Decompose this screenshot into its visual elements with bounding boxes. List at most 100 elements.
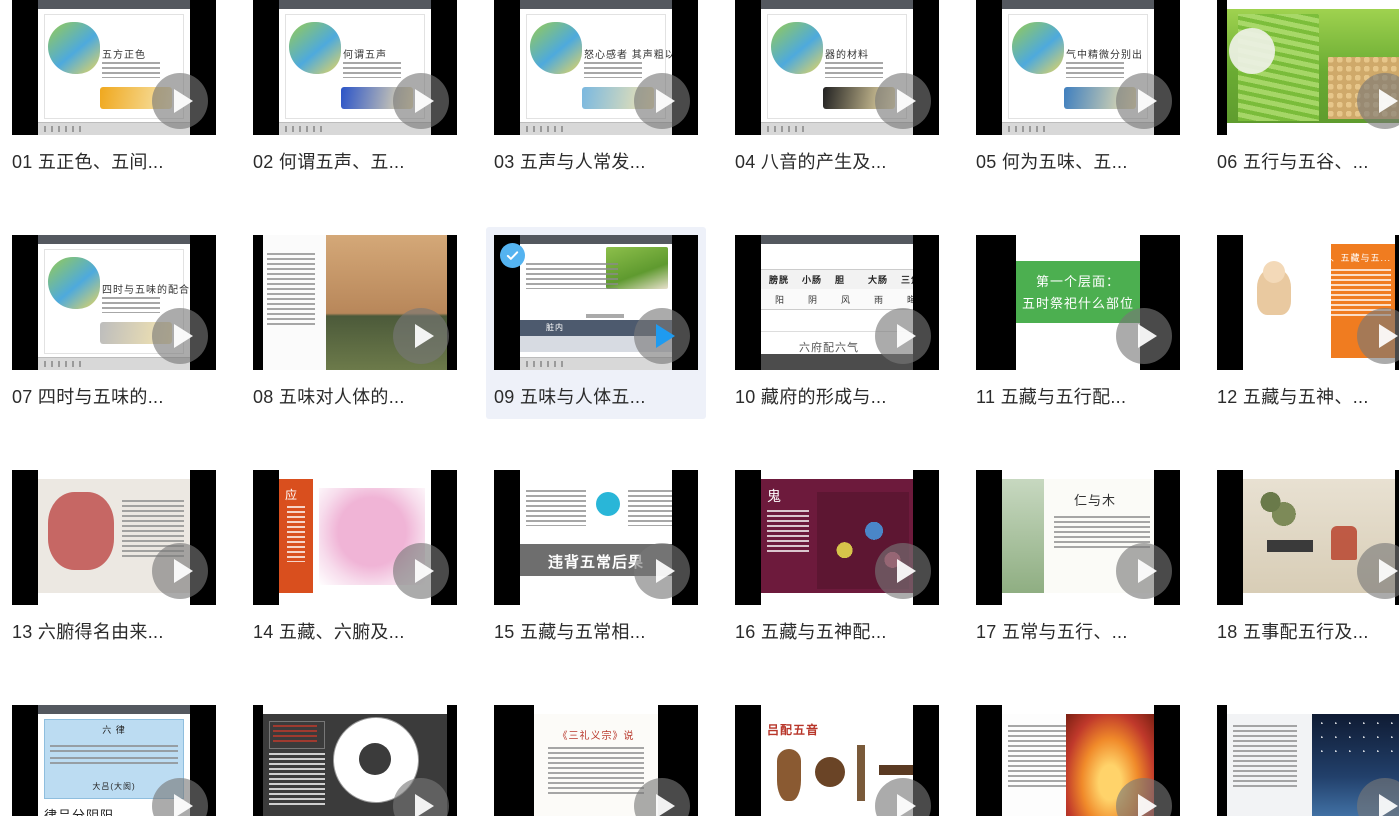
play-icon[interactable] bbox=[875, 543, 931, 599]
lesson-thumbnail[interactable] bbox=[976, 705, 1180, 816]
play-icon[interactable] bbox=[152, 543, 208, 599]
lesson-thumbnail[interactable]: 违背五常后果 bbox=[494, 470, 698, 605]
lesson-thumbnail[interactable]: 四时与五味的配合 bbox=[12, 235, 216, 370]
play-icon[interactable] bbox=[875, 73, 931, 129]
lesson-card[interactable]: 四时与五味的配合 07 四时与五味的... bbox=[4, 227, 224, 419]
play-triangle bbox=[173, 89, 193, 113]
lesson-card[interactable]: 第一个层面： 五时祭祀什么部位 11 五藏与五行配... bbox=[968, 227, 1188, 419]
lesson-thumbnail[interactable]: 怒心感者 其声粗以厉 bbox=[494, 0, 698, 135]
play-icon[interactable] bbox=[634, 308, 690, 364]
lesson-thumbnail[interactable]: 吕配五音 bbox=[735, 705, 939, 816]
lesson-thumbnail[interactable]: 《三礼义宗》说 bbox=[494, 705, 698, 816]
slide-art-blob bbox=[771, 22, 823, 74]
lesson-title[interactable]: 01 五正色、五间... bbox=[12, 148, 216, 174]
lesson-thumbnail[interactable]: 气中精微分别出 bbox=[976, 0, 1180, 135]
body-text bbox=[269, 753, 325, 807]
lesson-card[interactable]: 13 六腑得名由来... bbox=[4, 462, 224, 654]
lesson-card[interactable]: 吕配五音 bbox=[727, 697, 947, 816]
lesson-thumbnail[interactable]: 2、五藏与五... bbox=[1217, 235, 1399, 370]
lesson-card[interactable]: 五方正色 01 五正色、五间... bbox=[4, 0, 224, 184]
lesson-card[interactable]: 仁与木 17 五常与五行、... bbox=[968, 462, 1188, 654]
lesson-card[interactable] bbox=[1209, 697, 1399, 816]
play-icon[interactable] bbox=[393, 73, 449, 129]
lesson-card[interactable]: 鬼 16 五藏与五神配... bbox=[727, 462, 947, 654]
lesson-thumbnail[interactable]: 第一个层面： 五时祭祀什么部位 bbox=[976, 235, 1180, 370]
play-icon[interactable] bbox=[634, 543, 690, 599]
play-triangle bbox=[414, 89, 434, 113]
lesson-title[interactable]: 16 五藏与五神配... bbox=[735, 618, 939, 644]
slide-body-text bbox=[102, 297, 160, 313]
lesson-thumbnail[interactable]: 六 律大吕(大阂) 律吕分阴阳 bbox=[12, 705, 216, 816]
lesson-thumbnail[interactable]: 应 bbox=[253, 470, 457, 605]
ppt-toolbar-bar bbox=[761, 235, 913, 244]
play-icon[interactable] bbox=[634, 73, 690, 129]
lesson-card[interactable]: 器的材料 04 八音的产生及... bbox=[727, 0, 947, 184]
lesson-card[interactable]: 六 律大吕(大阂) 律吕分阴阳 bbox=[4, 697, 224, 816]
lesson-thumbnail[interactable] bbox=[12, 470, 216, 605]
lesson-thumbnail[interactable]: 膀胱 小肠 胆 大肠 三焦阳 阴 风 雨 晦六府配六气 bbox=[735, 235, 939, 370]
lesson-title[interactable]: 18 五事配五行及... bbox=[1217, 618, 1399, 644]
lesson-card[interactable]: 违背五常后果 15 五藏与五常相... bbox=[486, 462, 706, 654]
instruments-heading: 吕配五音 bbox=[767, 723, 820, 737]
instrument-flute bbox=[857, 745, 865, 801]
lesson-title[interactable]: 03 五声与人常发... bbox=[494, 148, 698, 174]
play-icon[interactable] bbox=[393, 308, 449, 364]
lesson-title[interactable]: 07 四时与五味的... bbox=[12, 383, 216, 409]
lesson-thumbnail[interactable] bbox=[253, 235, 457, 370]
lesson-card[interactable]: 06 五行与五谷、... bbox=[1209, 0, 1399, 184]
play-icon[interactable] bbox=[1116, 308, 1172, 364]
lesson-thumbnail-grid: 五方正色 01 五正色、五间... 何谓五声 02 何谓五声、五... 怒心感者 其声粗… bbox=[0, 0, 1399, 816]
lesson-card[interactable]: 何谓五声 02 何谓五声、五... bbox=[245, 0, 465, 184]
lesson-title[interactable]: 08 五味对人体的... bbox=[253, 383, 457, 409]
play-icon[interactable] bbox=[875, 308, 931, 364]
lesson-thumbnail[interactable] bbox=[1217, 470, 1399, 605]
lesson-card[interactable]: 08 五味对人体的... bbox=[245, 227, 465, 419]
text-col-left bbox=[526, 490, 586, 526]
lesson-card[interactable] bbox=[968, 697, 1188, 816]
play-icon[interactable] bbox=[393, 543, 449, 599]
ppt-toolbar-bar bbox=[520, 0, 672, 9]
lesson-card[interactable]: 18 五事配五行及... bbox=[1209, 462, 1399, 654]
lesson-card[interactable]: 《三礼义宗》说 bbox=[486, 697, 706, 816]
play-icon[interactable] bbox=[152, 308, 208, 364]
lesson-title[interactable]: 14 五藏、六腑及... bbox=[253, 618, 457, 644]
lesson-thumbnail[interactable]: 鬼 bbox=[735, 470, 939, 605]
lesson-thumbnail[interactable]: 五方正色 bbox=[12, 0, 216, 135]
lesson-title[interactable]: 13 六腑得名由来... bbox=[12, 618, 216, 644]
lesson-title[interactable]: 15 五藏与五常相... bbox=[494, 618, 698, 644]
lesson-title[interactable]: 06 五行与五谷、... bbox=[1217, 148, 1399, 174]
play-triangle bbox=[173, 559, 193, 583]
instrument-pipa bbox=[777, 749, 801, 801]
lesson-card[interactable]: 怒心感者 其声粗以厉 03 五声与人常发... bbox=[486, 0, 706, 184]
play-icon[interactable] bbox=[1116, 73, 1172, 129]
lesson-title[interactable]: 02 何谓五声、五... bbox=[253, 148, 457, 174]
lesson-card[interactable] bbox=[245, 697, 465, 816]
lesson-card[interactable]: 膀胱 小肠 胆 大肠 三焦阳 阴 风 雨 晦六府配六气 10 藏府的形成与... bbox=[727, 227, 947, 419]
slide-body-text bbox=[1066, 62, 1124, 78]
check-circle-icon[interactable] bbox=[500, 243, 525, 268]
lesson-title[interactable]: 09 五味与人体五... bbox=[494, 383, 698, 409]
slide-art-blob bbox=[289, 22, 341, 74]
lesson-title[interactable]: 17 五常与五行、... bbox=[976, 618, 1180, 644]
lesson-thumbnail[interactable]: 何谓五声 bbox=[253, 0, 457, 135]
lesson-thumbnail[interactable] bbox=[253, 705, 457, 816]
lesson-thumbnail[interactable]: 仁与木 bbox=[976, 470, 1180, 605]
lesson-title[interactable]: 10 藏府的形成与... bbox=[735, 383, 939, 409]
lesson-thumbnail[interactable]: 器的材料 bbox=[735, 0, 939, 135]
lesson-title[interactable]: 11 五藏与五行配... bbox=[976, 383, 1180, 409]
lesson-thumbnail[interactable] bbox=[1217, 0, 1399, 135]
play-icon[interactable] bbox=[152, 73, 208, 129]
lesson-card[interactable]: 应 14 五藏、六腑及... bbox=[245, 462, 465, 654]
lesson-card[interactable]: 2、五藏与五... 12 五藏与五神、... bbox=[1209, 227, 1399, 419]
lesson-card[interactable]: 脏内 09 五味与人体五... bbox=[486, 227, 706, 419]
lesson-thumbnail[interactable] bbox=[1217, 705, 1399, 816]
lesson-title[interactable]: 12 五藏与五神、... bbox=[1217, 383, 1399, 409]
lesson-title[interactable]: 05 何为五味、五... bbox=[976, 148, 1180, 174]
play-triangle bbox=[655, 559, 675, 583]
lesson-card[interactable]: 气中精微分别出 05 何为五味、五... bbox=[968, 0, 1188, 184]
lesson-title[interactable]: 04 八音的产生及... bbox=[735, 148, 939, 174]
play-icon[interactable] bbox=[1116, 543, 1172, 599]
night-stars bbox=[1319, 719, 1399, 759]
lesson-thumbnail[interactable]: 脏内 bbox=[494, 235, 698, 370]
slide-heading: 四时与五味的配合 bbox=[102, 285, 190, 296]
